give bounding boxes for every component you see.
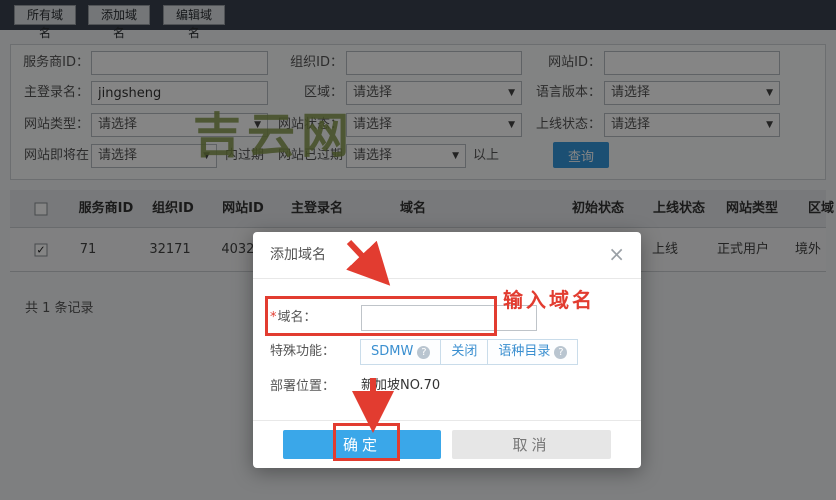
close-icon[interactable]: × [608, 244, 625, 264]
add-domain-modal: 添加域名 × *域名： 特殊功能： SDMW ? 关闭 语种目录 ? 部署位置：… [253, 232, 641, 468]
language-directory-option[interactable]: 语种目录 ? [487, 340, 577, 364]
domain-input[interactable] [361, 305, 537, 331]
modal-title: 添加域名 [270, 232, 326, 278]
required-mark: * [270, 310, 277, 325]
sdmw-label: SDMW [371, 340, 413, 364]
domain-field-label: *域名： [270, 305, 317, 331]
modal-divider-bottom [253, 420, 641, 421]
sdmw-option[interactable]: SDMW ? [361, 340, 440, 364]
close-option[interactable]: 关闭 [440, 340, 487, 364]
special-features-group: SDMW ? 关闭 语种目录 ? [360, 339, 578, 365]
cancel-button[interactable]: 取消 [452, 430, 611, 459]
help-icon[interactable]: ? [554, 346, 567, 359]
close-option-label: 关闭 [451, 340, 477, 364]
deploy-location-label: 部署位置： [270, 374, 335, 400]
modal-divider-top [253, 278, 641, 279]
language-directory-label: 语种目录 [498, 340, 550, 364]
help-icon[interactable]: ? [417, 346, 430, 359]
special-features-label: 特殊功能： [270, 339, 335, 365]
deploy-location-value: 新加坡NO.70 [361, 374, 440, 398]
domain-label-text: 域名： [278, 310, 317, 325]
confirm-button[interactable]: 确定 [283, 430, 441, 459]
